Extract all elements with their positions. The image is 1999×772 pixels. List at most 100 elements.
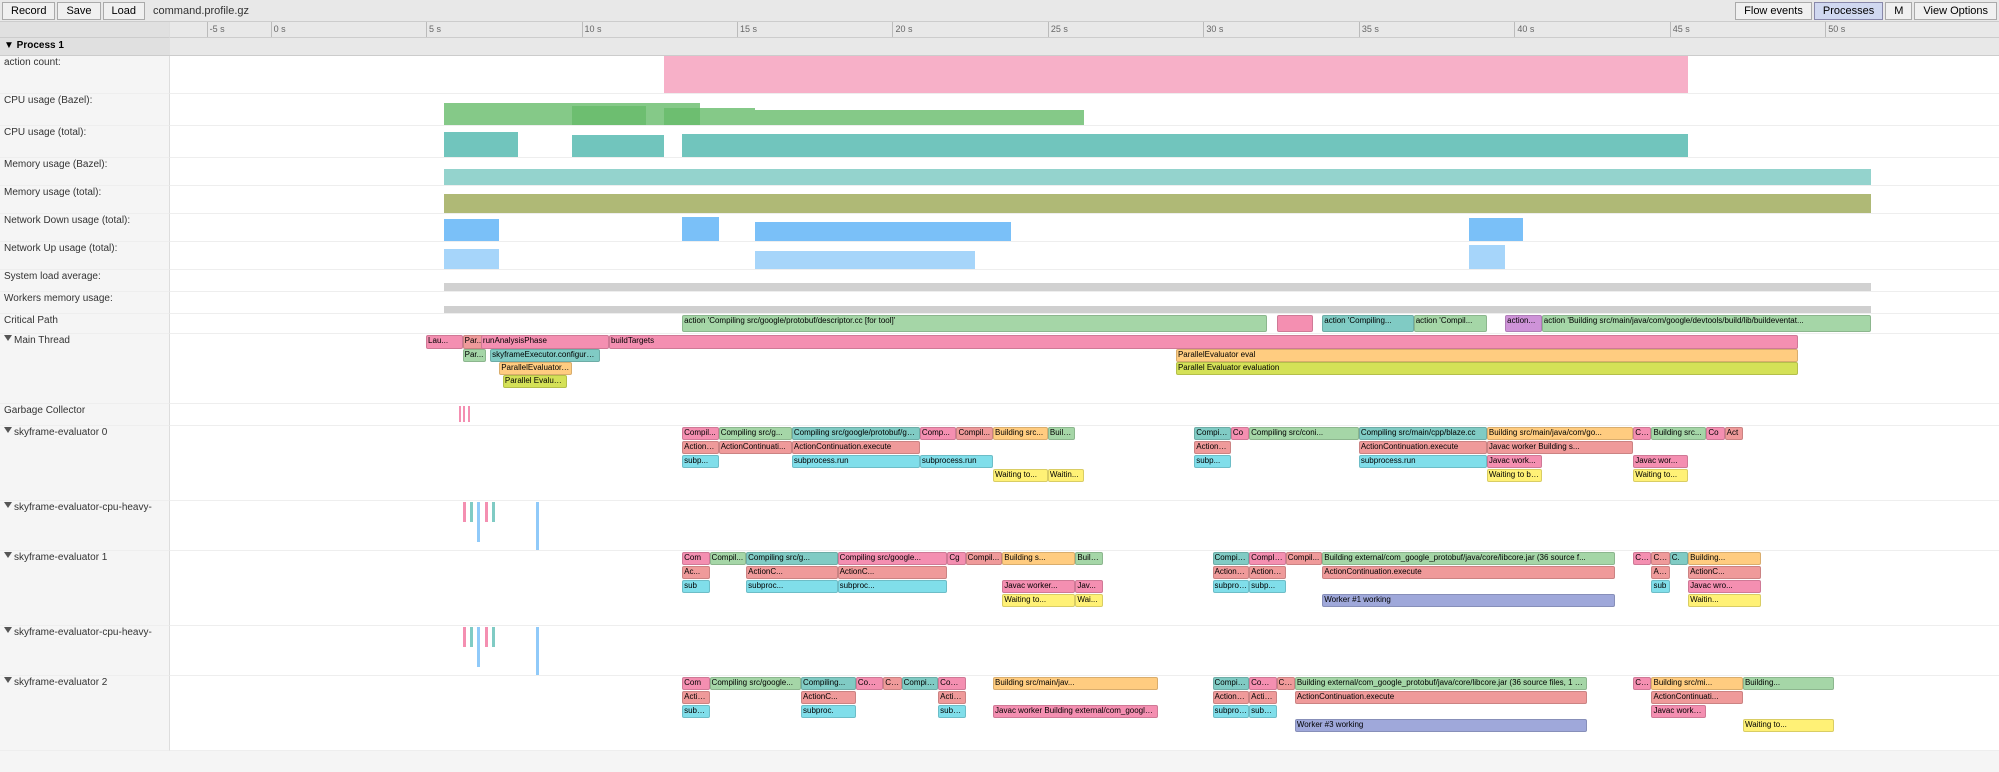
sfe0-span-co[interactable]: Co bbox=[1231, 427, 1249, 440]
view-options-button[interactable]: View Options bbox=[1914, 2, 1997, 20]
sfe2-wait-1[interactable]: Waiting to... bbox=[1743, 719, 1834, 732]
sfe0-wait-2[interactable]: Waitin... bbox=[1048, 469, 1085, 482]
scroll-body[interactable]: ▼ Process 1 action count: CPU usage (Baz… bbox=[0, 38, 1999, 772]
flow-events-button[interactable]: Flow events bbox=[1735, 2, 1812, 20]
sfe1-sp-3[interactable]: subproc... bbox=[838, 580, 948, 593]
sfe1-span-build[interactable]: Build... bbox=[1075, 552, 1102, 565]
sfe0-ac-6[interactable]: Javac worker Building s... bbox=[1487, 441, 1633, 454]
sfe1-span-complin[interactable]: Compiling... bbox=[1213, 552, 1250, 565]
processes-button[interactable]: Processes bbox=[1814, 2, 1883, 20]
sfe0-span-5[interactable]: Compil... bbox=[956, 427, 993, 440]
sfe0-sp-2[interactable]: subprocess.run bbox=[792, 455, 920, 468]
sfe1-span-compgoog[interactable]: Compiling src/google... bbox=[838, 552, 948, 565]
canvas-net-up[interactable] bbox=[170, 242, 1999, 270]
canvas-main-thread[interactable]: Lau... Par... Par... runAnalysisPhase sk… bbox=[170, 334, 1999, 404]
canvas-sfe-0[interactable]: Compil... Compiling src/g... Compiling s… bbox=[170, 426, 1999, 501]
sfe2-span-compl3[interactable]: Compiling... bbox=[902, 677, 939, 690]
sfe2-ac-5[interactable]: ActionC... bbox=[1249, 691, 1276, 704]
sfe1-span-comp-src[interactable]: Compiling src/g... bbox=[746, 552, 837, 565]
sfe0-span-11[interactable]: Building src/main/java/com/go... bbox=[1487, 427, 1633, 440]
critical-path-span-5[interactable]: action... bbox=[1505, 315, 1542, 332]
m-button[interactable]: M bbox=[1885, 2, 1912, 20]
sfe0-span-8[interactable]: Compiling... bbox=[1194, 427, 1231, 440]
sfe0-span-9[interactable]: Compiling src/coni... bbox=[1249, 427, 1359, 440]
critical-path-span-1[interactable]: action 'Compiling src/google/protobuf/de… bbox=[682, 315, 1267, 332]
sfe1-jav[interactable]: Jav... bbox=[1075, 580, 1102, 593]
sfe0-sp-jw[interactable]: Javac work... bbox=[1487, 455, 1542, 468]
main-thread-span-par2[interactable]: Par... bbox=[463, 349, 487, 362]
sfe2-span-com3[interactable]: Com... bbox=[1277, 677, 1295, 690]
sfe1-sp-4[interactable]: subproc... bbox=[1213, 580, 1250, 593]
sfe1-span-c[interactable]: C. bbox=[1670, 552, 1688, 565]
load-button[interactable]: Load bbox=[103, 2, 145, 20]
record-button[interactable]: Record bbox=[2, 2, 55, 20]
sfe2-sp-4[interactable]: subproc... bbox=[1213, 705, 1250, 718]
sfe1-span-compil[interactable]: Compil... bbox=[966, 552, 1003, 565]
sfe0-span-4[interactable]: Comp... bbox=[920, 427, 957, 440]
sfe2-span-compling[interactable]: Compiling... bbox=[801, 677, 856, 690]
sfe0-span-6[interactable]: Building src... bbox=[993, 427, 1048, 440]
sfe0-ac-4[interactable]: ActionContinu... bbox=[1194, 441, 1231, 454]
main-thread-parallel-eval-evaluation-big[interactable]: Parallel Evaluator evaluation bbox=[1176, 362, 1798, 375]
sfe0-sp-1[interactable]: subp... bbox=[682, 455, 719, 468]
sfe2-jw2[interactable]: Javac worker... bbox=[1651, 705, 1706, 718]
sfe0-sp-3[interactable]: subprocess.run bbox=[920, 455, 993, 468]
critical-path-span-2[interactable] bbox=[1277, 315, 1314, 332]
sfe2-ac-1[interactable]: ActionC... bbox=[682, 691, 709, 704]
sfe2-ac-4[interactable]: ActionCont... bbox=[1213, 691, 1250, 704]
sfe2-sp-2[interactable]: subproc. bbox=[801, 705, 856, 718]
sfe0-span-2[interactable]: Compiling src/g... bbox=[719, 427, 792, 440]
canvas-net-down[interactable] bbox=[170, 214, 1999, 242]
canvas-mem-total[interactable] bbox=[170, 186, 1999, 214]
main-thread-configure-targets[interactable]: skyframeExecutor.configureTargets bbox=[490, 349, 600, 362]
sfe0-sp-5[interactable]: subprocess.run bbox=[1359, 455, 1487, 468]
sfe0-ac-2[interactable]: ActionContinuati... bbox=[719, 441, 792, 454]
sfe1-waitin[interactable]: Waitin... bbox=[1688, 594, 1761, 607]
sfe2-sp-5[interactable]: subp... bbox=[1249, 705, 1276, 718]
sfe2-span-compi[interactable]: Compi... bbox=[856, 677, 883, 690]
sfe1-ac-6[interactable]: ActionContinuation.execute bbox=[1322, 566, 1615, 579]
critical-path-span-6[interactable]: action 'Building src/main/java/com/googl… bbox=[1542, 315, 1871, 332]
sfe0-sp-4[interactable]: subp... bbox=[1194, 455, 1231, 468]
sfe2-ac-3[interactable]: ActionC... bbox=[938, 691, 965, 704]
sfe1-span-building[interactable]: Building... bbox=[1688, 552, 1761, 565]
sfe1-ac-3[interactable]: ActionC... bbox=[838, 566, 948, 579]
canvas-critical-path[interactable]: action 'Compiling src/google/protobuf/de… bbox=[170, 314, 1999, 334]
sfe2-span-bldmain[interactable]: Building src/main/jav... bbox=[993, 677, 1158, 690]
sfe1-ac-8[interactable]: ActionC... bbox=[1688, 566, 1761, 579]
sfe0-span-co2[interactable]: Co bbox=[1706, 427, 1724, 440]
canvas-sysload[interactable] bbox=[170, 270, 1999, 292]
sfe1-wai[interactable]: Wai... bbox=[1075, 594, 1102, 607]
sfe1-span-cg[interactable]: Cg bbox=[947, 552, 965, 565]
canvas-sfe-cpu-heavy-1[interactable] bbox=[170, 626, 1999, 676]
main-thread-parallel-eval-small[interactable]: ParallelEvaluator.eval bbox=[499, 362, 572, 375]
sfe0-span-3[interactable]: Compiling src/google/protobuf/general... bbox=[792, 427, 920, 440]
sfe1-jw2[interactable]: Javac wro... bbox=[1688, 580, 1761, 593]
sfe0-span-bs[interactable]: Building src... bbox=[1651, 427, 1706, 440]
canvas-sfe-cpu-heavy-0[interactable] bbox=[170, 501, 1999, 551]
canvas-sfe-1[interactable]: Com Compil... Compiling src/g... Compili… bbox=[170, 551, 1999, 626]
main-thread-run-analysis[interactable]: runAnalysisPhase bbox=[481, 335, 609, 349]
sfe1-span-com[interactable]: Com bbox=[682, 552, 709, 565]
sfe2-jw-1[interactable]: Javac worker Building external/com_googl… bbox=[993, 705, 1158, 718]
sfe1-sp-1[interactable]: sub bbox=[682, 580, 709, 593]
sfe2-span-bldms[interactable]: Building src/mi... bbox=[1651, 677, 1742, 690]
critical-path-span-3[interactable]: action 'Compiling... bbox=[1322, 315, 1413, 332]
main-thread-parallel-eval-big[interactable]: ParallelEvaluator eval bbox=[1176, 349, 1798, 362]
critical-path-span-4[interactable]: action 'Compil... bbox=[1414, 315, 1487, 332]
sfe2-span-compl4[interactable]: Compil... bbox=[938, 677, 965, 690]
sfe2-span-com4[interactable]: Com bbox=[1633, 677, 1651, 690]
sfe1-span-compl2[interactable]: Compil... bbox=[1286, 552, 1323, 565]
sfe2-span-csrg[interactable]: Compiling src/google... bbox=[710, 677, 801, 690]
sfe1-ac-2[interactable]: ActionC... bbox=[746, 566, 837, 579]
sfe0-wait-4[interactable]: Waiting to... bbox=[1633, 469, 1688, 482]
sfe1-sp-2[interactable]: subproc... bbox=[746, 580, 837, 593]
sfe0-jw2[interactable]: Javac wor... bbox=[1633, 455, 1688, 468]
sfe2-sp-3[interactable]: subproc... bbox=[938, 705, 965, 718]
canvas-gc[interactable] bbox=[170, 404, 1999, 426]
sfe2-span-building2[interactable]: Building... bbox=[1743, 677, 1834, 690]
sfe2-ac-6[interactable]: ActionContinuation.execute bbox=[1295, 691, 1588, 704]
canvas-cpu-bazel[interactable] bbox=[170, 94, 1999, 126]
sfe1-span-complin2[interactable]: CompIIn... bbox=[1249, 552, 1286, 565]
sfe0-ac-1[interactable]: ActionContinuati... bbox=[682, 441, 719, 454]
